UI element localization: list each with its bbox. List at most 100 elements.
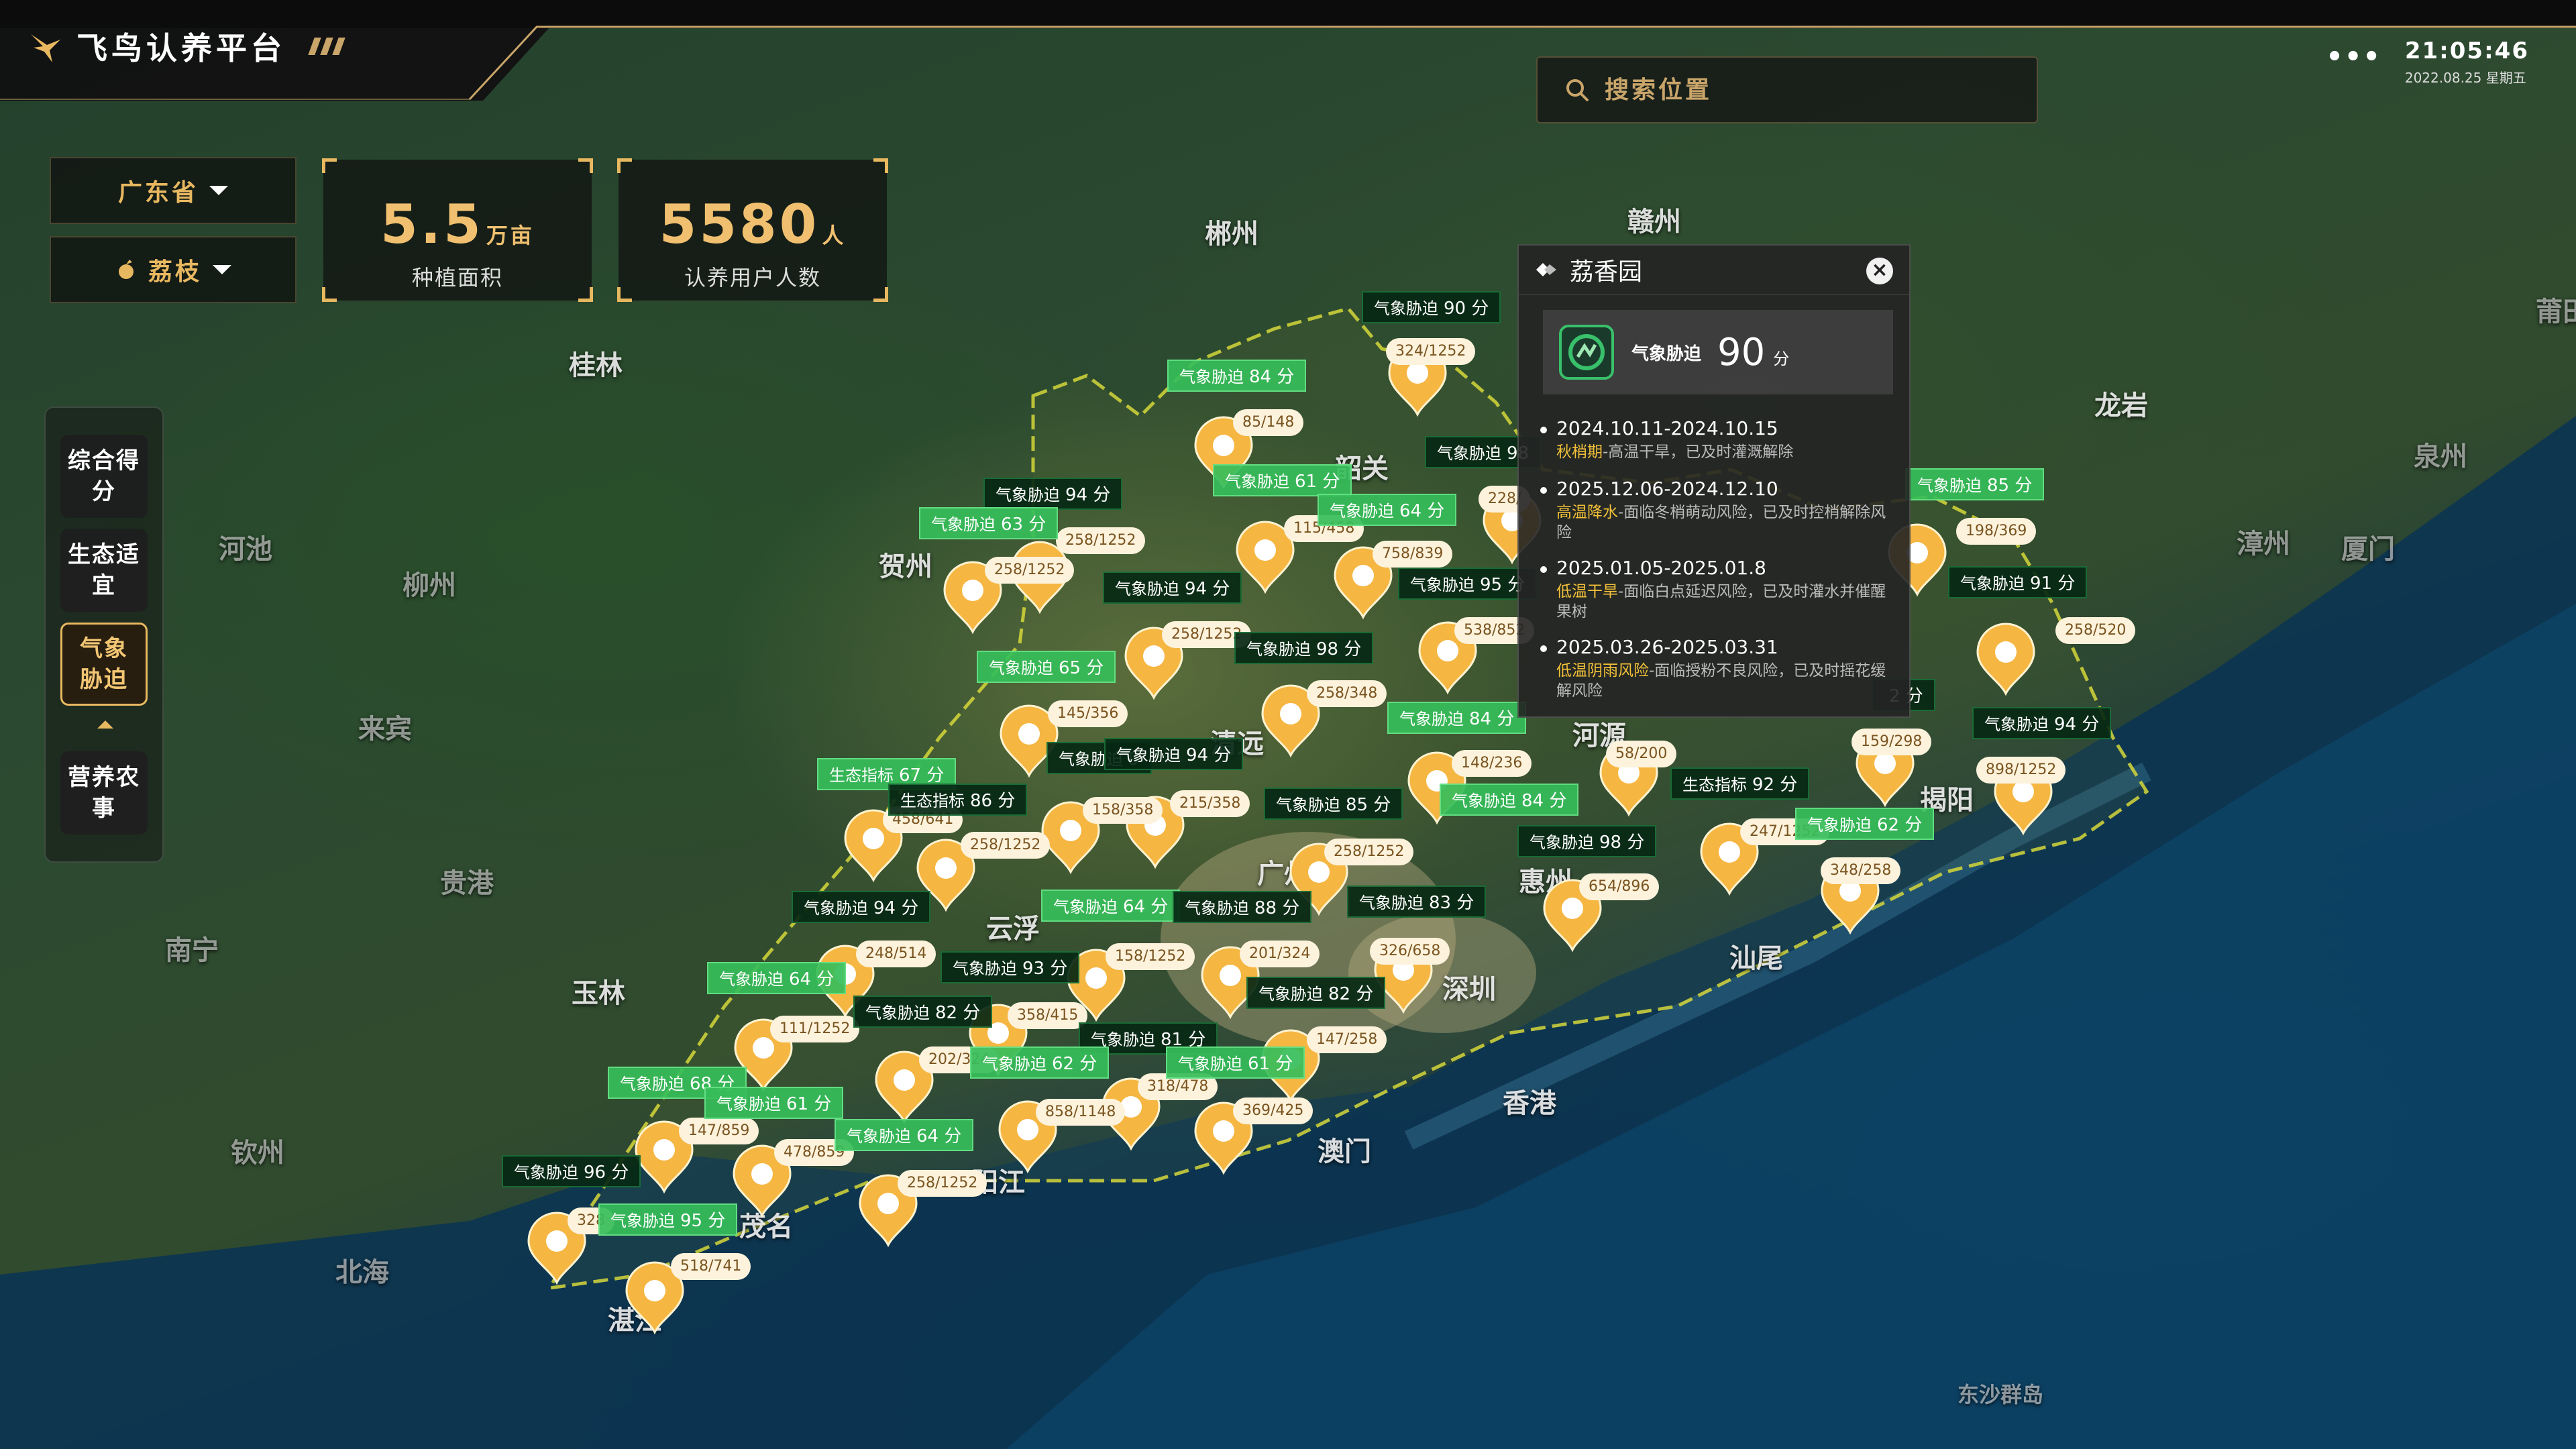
orchard-count-badge: 158/358	[1083, 797, 1163, 824]
event-date: 2025.03.26-2025.03.31	[1556, 636, 1778, 658]
score-tag-value: 67 分	[899, 765, 945, 786]
score-tag[interactable]: 气象胁迫 85 分	[1264, 788, 1403, 820]
score-tag[interactable]: 气象胁迫 64 分	[1318, 494, 1457, 526]
city-label: 香港	[1503, 1088, 1556, 1119]
score-tag[interactable]: 气象胁迫 95 分	[598, 1203, 738, 1236]
menu-item-nutrition-farming[interactable]: 营养农事	[60, 751, 148, 835]
app-logo[interactable]: 飞鸟认养平台	[27, 24, 345, 68]
score-tag[interactable]: 气象胁迫 64 分	[1041, 890, 1181, 922]
score-tag-value: 84 分	[1249, 367, 1295, 387]
score-tag-value: 96 分	[584, 1163, 629, 1183]
orchard-count-badge: 758/839	[1373, 541, 1453, 568]
city-label: 河池	[219, 534, 272, 565]
score-tag[interactable]: 生态指标 86 分	[888, 784, 1028, 816]
score-tag[interactable]: 气象胁迫 95 分	[1398, 568, 1538, 600]
province-select-label: 广东省	[117, 179, 199, 207]
score-tag[interactable]: 气象胁迫 88 分	[1173, 891, 1312, 923]
score-tag[interactable]: 气象胁迫 98 分	[1234, 632, 1374, 664]
score-tag[interactable]: 气象胁迫 94 分	[792, 891, 931, 923]
score-tag[interactable]: 气象胁迫 63 分	[919, 507, 1059, 539]
clock-date: 2022.08.25 星期五	[2404, 70, 2526, 86]
search-box[interactable]	[1536, 56, 2038, 123]
city-label: 贺州	[879, 551, 932, 582]
orchard-count-badge: 248/514	[856, 941, 936, 967]
score-tag-label: 气象胁迫	[1917, 476, 1982, 495]
orchard-count-badge: 111/1252	[770, 1016, 860, 1042]
score-tag-label: 气象胁迫	[514, 1163, 578, 1182]
orchard-count-badge: 198/369	[1956, 518, 2037, 545]
city-label: 贵港	[440, 868, 494, 899]
map-pin[interactable]	[1974, 623, 2038, 696]
score-tag[interactable]: 气象胁迫 96 分	[502, 1155, 641, 1187]
orchard-count-badge: 324/1252	[1386, 338, 1476, 365]
score-tag[interactable]: 气象胁迫 84 分	[1387, 702, 1527, 734]
metric-value: 90	[1717, 330, 1766, 374]
menu-item-ecology[interactable]: 生态适宜	[60, 529, 148, 612]
orchard-count-badge: 147/859	[679, 1118, 759, 1144]
score-tag-value: 83 分	[1429, 893, 1474, 913]
score-tag[interactable]: 气象胁迫 94 分	[1972, 707, 2112, 739]
score-tag-label: 气象胁迫	[610, 1212, 675, 1230]
close-icon[interactable]: ×	[1866, 258, 1893, 284]
city-label: 深圳	[1442, 974, 1496, 1005]
score-tag-label: 气象胁迫	[1116, 746, 1181, 765]
score-tag[interactable]: 气象胁迫 62 分	[970, 1046, 1110, 1079]
score-tag[interactable]: 气象胁迫 93 分	[941, 951, 1080, 983]
orchard-count-badge: 258/1252	[1324, 839, 1414, 865]
score-tag[interactable]: 气象胁迫 94 分	[1103, 572, 1242, 604]
menu-item-overall-score[interactable]: 综合得分	[60, 435, 148, 518]
stat-adopter-count: 5580 人 认养用户人数	[617, 158, 888, 302]
score-tag[interactable]: 气象胁迫 94 分	[983, 478, 1123, 510]
stat-planting-area: 5.5 万亩 种植面积	[322, 158, 593, 302]
score-tag-value: 98 分	[1316, 639, 1362, 659]
province-select[interactable]: 广东省	[50, 157, 297, 224]
chevron-down-icon	[209, 186, 228, 195]
popup-title: 荔香园	[1570, 258, 1643, 286]
side-menu: 综合得分 生态适宜 气象胁迫 营养农事	[44, 407, 164, 863]
score-tag[interactable]: 气象胁迫 61 分	[1213, 464, 1352, 496]
score-tag-label: 气象胁迫	[1276, 796, 1340, 814]
score-tag-label: 气象胁迫	[1374, 299, 1438, 318]
score-tag-value: 82 分	[935, 1003, 981, 1023]
score-tag[interactable]: 气象胁迫 65 分	[977, 651, 1116, 683]
score-tag[interactable]: 气象胁迫 82 分	[1246, 977, 1386, 1009]
more-menu-icon[interactable]: •••	[2326, 42, 2381, 72]
score-tag[interactable]: 生态指标 92 分	[1670, 767, 1810, 800]
event-item: 2025.01.05-2025.01.8 低温干旱-面临白点延迟风险，已及时灌水…	[1540, 557, 1892, 622]
city-label: 钦州	[231, 1138, 284, 1169]
orchard-count-badge: 85/148	[1233, 409, 1304, 436]
score-tag[interactable]: 气象胁迫 85 分	[1905, 468, 2045, 500]
orchard-count-badge: 258/348	[1307, 680, 1387, 707]
chevron-down-icon	[213, 265, 231, 274]
search-input[interactable]	[1605, 76, 2007, 104]
crop-select-label: 荔枝	[148, 258, 202, 286]
score-tag[interactable]: 气象胁迫 83 分	[1347, 885, 1487, 918]
score-tag-label: 气象胁迫	[716, 1095, 781, 1114]
stat-label: 认养用户人数	[684, 265, 821, 290]
score-tag-label: 气象胁迫	[847, 1127, 911, 1146]
score-tag[interactable]: 气象胁迫 84 分	[1167, 360, 1307, 392]
score-tag-label: 气象胁迫	[1359, 894, 1424, 912]
score-tag-value: 62 分	[1877, 815, 1923, 835]
score-tag[interactable]: 气象胁迫 62 分	[1795, 808, 1935, 840]
stat-value: 5580	[659, 193, 820, 256]
lychee-icon	[118, 260, 133, 279]
score-tag-value: 64 分	[789, 969, 835, 989]
score-tag[interactable]: 气象胁迫 64 分	[707, 962, 847, 994]
city-label: 赣州	[1627, 207, 1681, 237]
score-tag[interactable]: 气象胁迫 61 分	[704, 1087, 844, 1119]
score-tag[interactable]: 气象胁迫 61 分	[1166, 1046, 1305, 1079]
score-tag[interactable]: 气象胁迫 94 分	[1104, 738, 1244, 770]
score-tag[interactable]: 气象胁迫 84 分	[1440, 784, 1579, 816]
score-tag-value: 86 分	[970, 791, 1016, 811]
menu-item-weather-stress[interactable]: 气象胁迫	[60, 623, 148, 706]
crop-select[interactable]: 荔枝	[50, 236, 297, 303]
score-tag[interactable]: 气象胁迫 64 分	[835, 1119, 974, 1151]
event-item: 2024.10.11-2024.10.15 秋梢期-高温干旱，已及时灌溉解除	[1540, 417, 1892, 462]
top-bar: 飞鸟认养平台 ••• 21:05:46 2022.08.25 星期五	[0, 0, 2576, 101]
score-tag[interactable]: 气象胁迫 82 分	[853, 996, 993, 1028]
score-tag[interactable]: 气象胁迫 98 分	[1517, 825, 1657, 857]
score-tag[interactable]: 气象胁迫 91 分	[1948, 566, 2088, 598]
score-tag[interactable]: 气象胁迫 90 分	[1362, 291, 1501, 323]
score-tag-value: 93 分	[1022, 959, 1068, 979]
